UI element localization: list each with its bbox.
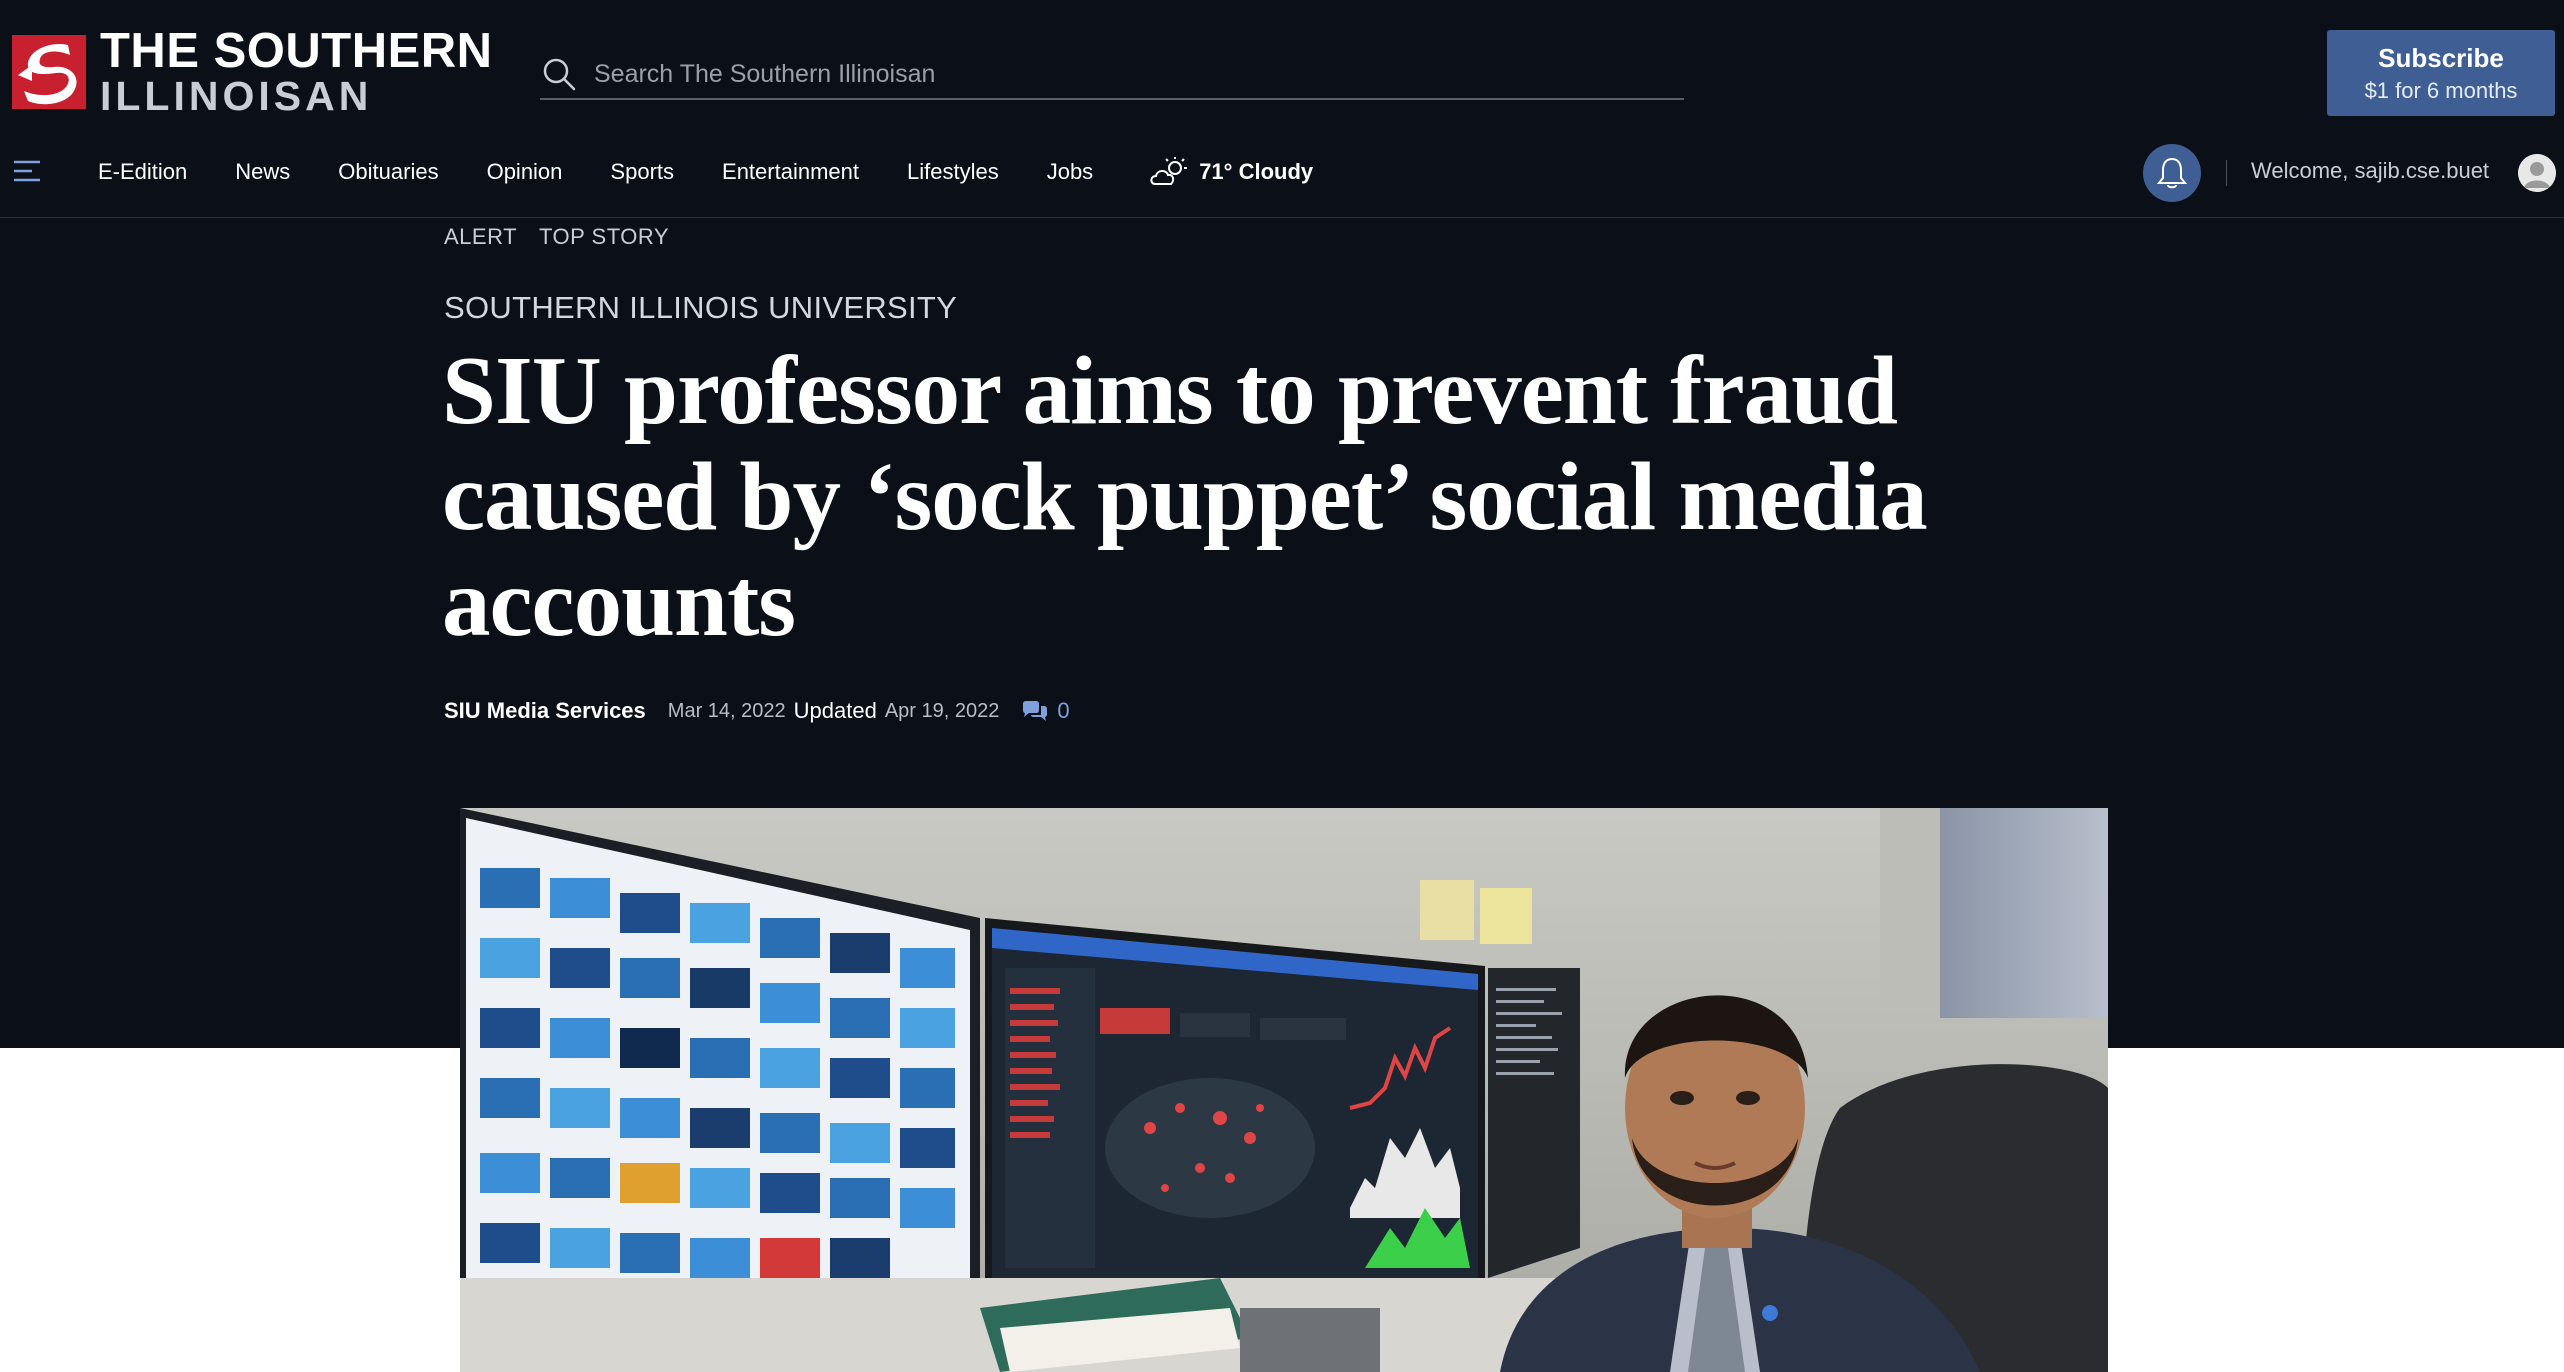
logo-line-2: ILLINOISAN xyxy=(100,73,373,119)
notifications-button[interactable] xyxy=(2143,144,2201,202)
comment-count: 0 xyxy=(1057,698,1070,723)
updated-date: Apr 19, 2022 xyxy=(884,699,1000,722)
nav-items: E-Edition News Obituaries Opinion Sports… xyxy=(98,136,1313,208)
weather-widget[interactable]: 71° Cloudy xyxy=(1149,156,1313,188)
search-bar xyxy=(540,50,1684,100)
subscribe-offer: $1 for 6 months xyxy=(2364,77,2518,103)
nav-item-obituaries[interactable]: Obituaries xyxy=(338,159,438,185)
subscribe-label: Subscribe xyxy=(2378,42,2504,73)
search-icon[interactable] xyxy=(542,57,576,91)
nav-item-jobs[interactable]: Jobs xyxy=(1047,159,1093,185)
nav-item-lifestyles[interactable]: Lifestyles xyxy=(907,159,999,185)
newspaper-logo-icon xyxy=(12,35,86,109)
bell-icon xyxy=(2156,157,2188,189)
subscribe-button[interactable]: Subscribe $1 for 6 months xyxy=(2327,30,2555,116)
article-photo[interactable] xyxy=(460,808,2108,1372)
nav-divider xyxy=(2226,160,2227,186)
article-photo-image xyxy=(460,808,2108,1372)
user-avatar-icon[interactable] xyxy=(2518,154,2556,192)
nav-item-sports[interactable]: Sports xyxy=(610,159,674,185)
nav-item-opinion[interactable]: Opinion xyxy=(487,159,563,185)
search-input[interactable] xyxy=(594,59,1594,89)
hamburger-icon[interactable] xyxy=(12,158,42,184)
welcome-text[interactable]: Welcome, sajib.cse.buet xyxy=(2251,158,2489,184)
tag-top-story[interactable]: TOP STORY xyxy=(539,224,669,250)
article-byline: SIU Media Services Mar 14, 2022 Updated … xyxy=(444,698,1070,724)
author-name[interactable]: SIU Media Services xyxy=(444,698,646,724)
page: THE SOUTHERN ILLINOISAN Subscribe $1 for… xyxy=(0,0,2564,1372)
nav-item-entertainment[interactable]: Entertainment xyxy=(722,159,859,185)
tag-alert[interactable]: ALERT xyxy=(444,224,517,250)
weather-text: 71° Cloudy xyxy=(1199,159,1314,184)
published-date: Mar 14, 2022 xyxy=(667,699,786,722)
main-nav: E-Edition News Obituaries Opinion Sports… xyxy=(0,136,2564,218)
logo-line-1: THE SOUTHERN xyxy=(100,24,493,78)
comments-link[interactable]: 0 xyxy=(1021,698,1070,724)
site-logo[interactable]: THE SOUTHERN ILLINOISAN xyxy=(12,24,493,119)
nav-item-news[interactable]: News xyxy=(235,159,290,185)
article-section[interactable]: SOUTHERN ILLINOIS UNIVERSITY xyxy=(444,290,957,326)
article-tags: ALERT TOP STORY xyxy=(444,224,669,250)
comments-icon xyxy=(1023,701,1048,721)
article-headline: SIU professor aims to prevent fraud caus… xyxy=(442,337,1928,656)
partly-cloudy-icon xyxy=(1150,157,1188,185)
updated-label: Updated xyxy=(793,698,877,723)
nav-item-e-edition[interactable]: E-Edition xyxy=(98,159,187,185)
